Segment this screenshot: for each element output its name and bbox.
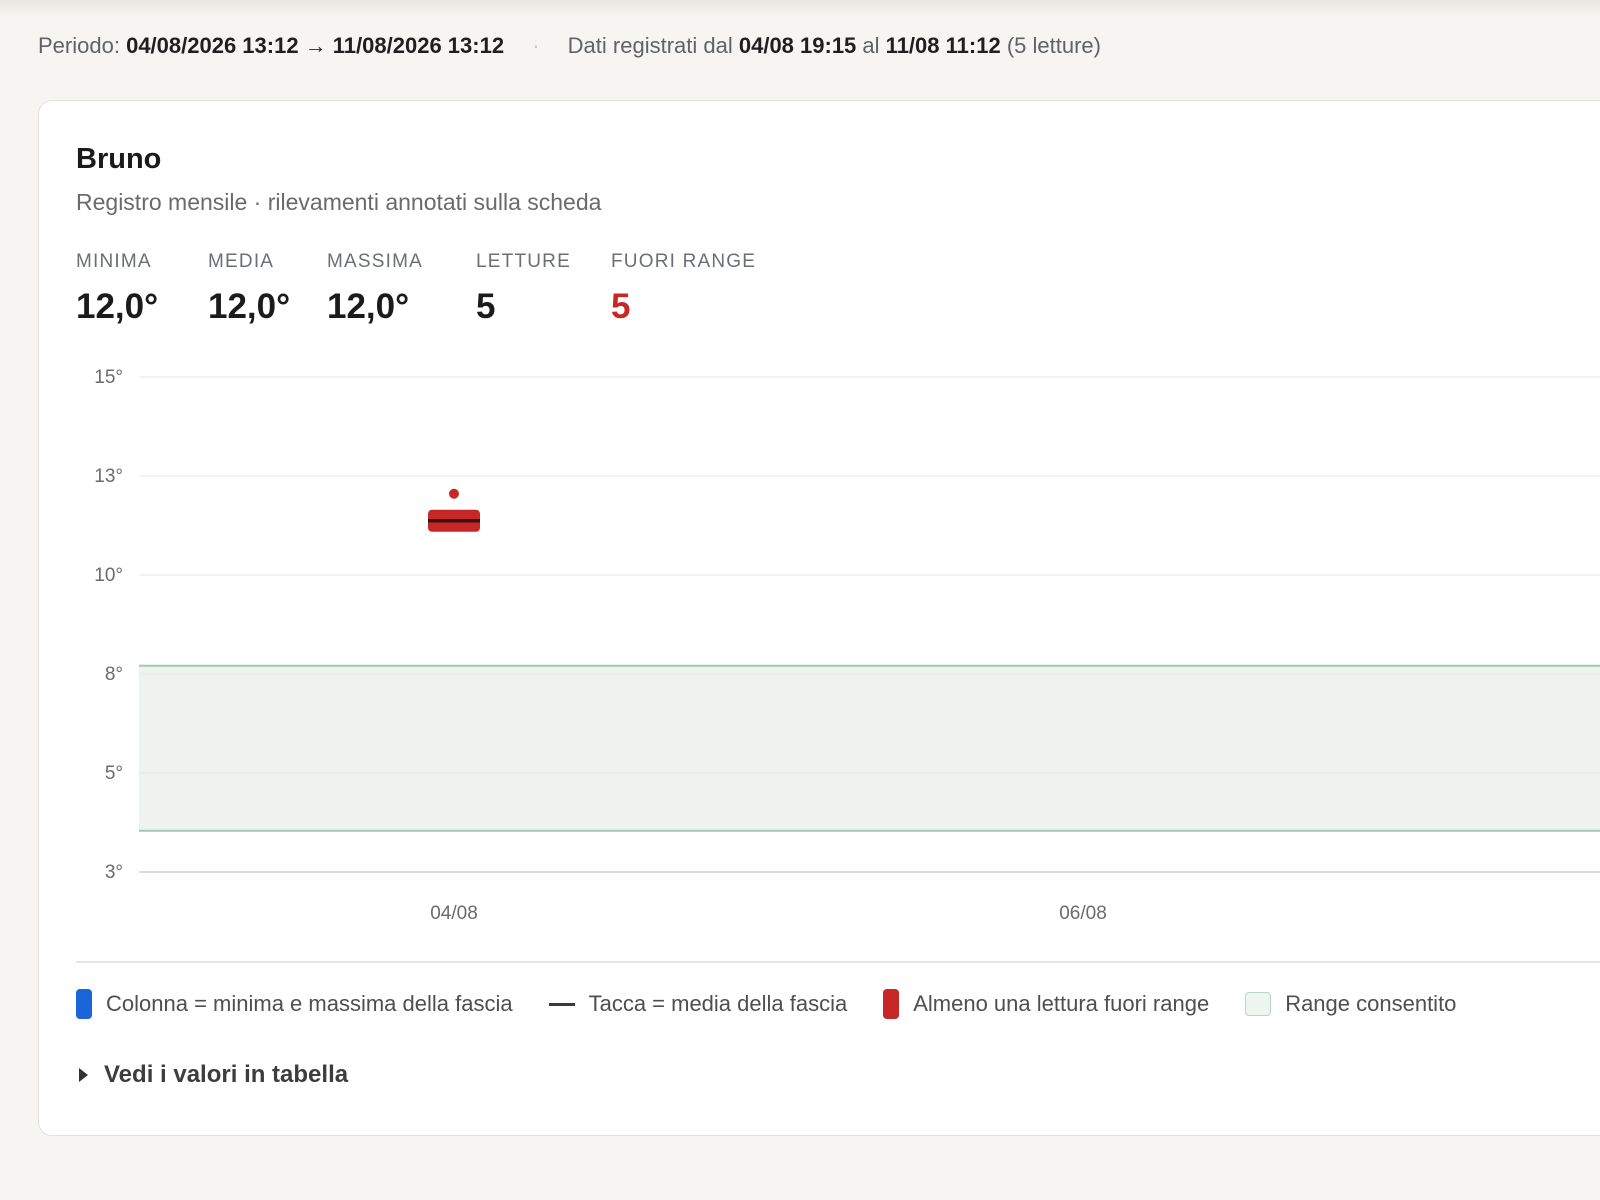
recorded-from: 04/08 19:15	[738, 33, 857, 58]
y-tick-label: 10°	[94, 565, 123, 586]
red-column-icon	[883, 989, 900, 1019]
legend-label: Tacca = media della fascia	[588, 991, 848, 1016]
legend-item-tick: Tacca = media della fascia	[548, 991, 848, 1017]
temperature-chart: 15° 13° 10° 8° 5° 3° 04/08 06/08	[94, 367, 1600, 924]
stat-fuori-range: Fuori range 5	[611, 251, 756, 327]
card-subtitle: Registro mensile · rilevamenti annotati …	[76, 189, 602, 215]
stat-media: Media 12,0°	[208, 251, 327, 327]
stat-value: 12,0°	[76, 287, 159, 326]
period-range: 04/08/2026 13:12 → 11/08/2026 13:12	[126, 33, 505, 58]
period-separator: ·	[532, 33, 540, 58]
legend-item-column: Colonna = minima e massima della fascia	[76, 989, 513, 1019]
legend-label: Almeno una lettura fuori range	[913, 991, 1210, 1016]
stat-letture: Letture 5	[476, 251, 611, 327]
show-table-toggle[interactable]: Vedi i valori in tabella	[79, 1061, 348, 1089]
y-tick-label: 13°	[94, 466, 123, 487]
recorded-count: (5 letture)	[1006, 33, 1101, 58]
recorded-mid: al	[862, 33, 880, 58]
y-tick-label: 8°	[105, 664, 123, 685]
card-title: Bruno	[76, 143, 162, 175]
y-tick-label: 3°	[105, 862, 123, 883]
stat-label: Letture	[476, 251, 571, 272]
period-label: Periodo:	[38, 33, 120, 58]
x-tick-label: 04/08	[430, 903, 478, 924]
legend-label: Range consentito	[1285, 991, 1457, 1016]
stat-value: 12,0°	[208, 287, 291, 326]
disclosure-triangle-icon	[79, 1068, 88, 1082]
recorded-to: 11/08 11:12	[885, 33, 1001, 58]
legend-item-range: Range consentito	[1245, 991, 1456, 1017]
period-info: Periodo: 04/08/2026 13:12 → 11/08/2026 1…	[38, 33, 1101, 59]
recorded-prefix: Dati registrati dal	[567, 33, 733, 58]
stat-label: Media	[208, 251, 275, 272]
green-box-icon	[1245, 992, 1272, 1016]
x-tick-label: 06/08	[1059, 903, 1107, 924]
legend-label: Colonna = minima e massima della fascia	[106, 991, 513, 1016]
outlier-point	[449, 488, 459, 499]
stat-label: Massima	[327, 251, 424, 272]
stat-value: 5	[476, 287, 496, 326]
show-table-label: Vedi i valori in tabella	[104, 1061, 349, 1088]
stat-minima: Minima 12,0°	[76, 251, 208, 327]
sensor-card: Bruno Registro mensile · rilevamenti ann…	[38, 100, 1600, 1136]
chart-legend: Colonna = minima e massima della fascia …	[76, 989, 1492, 1019]
allowed-range-band	[139, 665, 1600, 831]
top-toolbar-blur	[0, 0, 1600, 18]
stat-massima: Massima 12,0°	[327, 251, 476, 327]
stat-label: Minima	[76, 251, 152, 272]
blue-column-icon	[76, 989, 92, 1019]
legend-item-out-of-range: Almeno una lettura fuori range	[883, 989, 1209, 1019]
stat-value-alert: 5	[611, 287, 631, 326]
dash-tick-icon	[548, 1002, 575, 1006]
stat-label: Fuori range	[611, 251, 757, 272]
legend-divider	[76, 961, 1600, 963]
y-tick-label: 15°	[94, 367, 123, 388]
y-tick-label: 5°	[105, 763, 123, 784]
stats-row: Minima 12,0° Media 12,0° Massima 12,0° L…	[76, 251, 756, 327]
stat-value: 12,0°	[327, 287, 410, 326]
